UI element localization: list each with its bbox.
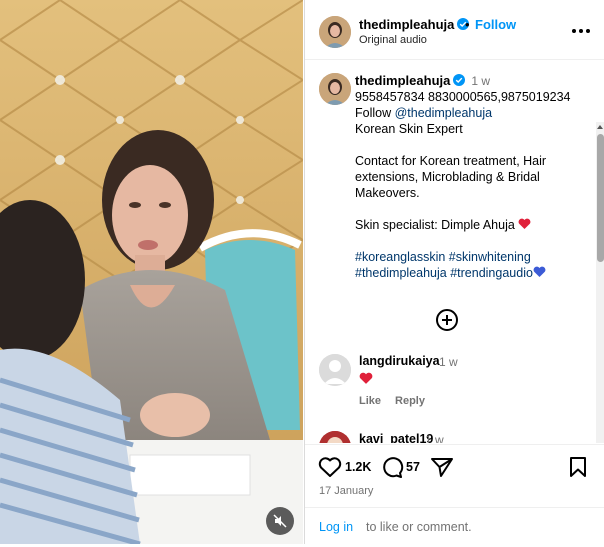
comments-list[interactable]: thedimpleahuja 1 w 9558457834 8830000565,… [305, 61, 604, 443]
post-caption: thedimpleahuja 1 w 9558457834 8830000565,… [355, 73, 587, 281]
load-more-comments-icon[interactable] [436, 309, 458, 331]
caption-phones: 9558457834 8830000565,9875019234 [355, 90, 571, 104]
caption-follow-line: Follow @thedimpleahuja [355, 106, 493, 120]
like-count[interactable]: 1.2K [345, 460, 371, 474]
follow-button[interactable]: Follow [475, 17, 516, 32]
comment-avatar[interactable] [319, 354, 351, 386]
comment-time: 1 w [425, 433, 444, 443]
like-button[interactable] [318, 456, 342, 481]
verified-badge-icon [453, 74, 466, 86]
caption-author-avatar[interactable] [319, 73, 351, 105]
video-player[interactable] [0, 0, 303, 544]
comment-like-button[interactable]: Like [359, 395, 381, 407]
post-side-panel: thedimpleahuja • Follow Original audio t… [304, 0, 604, 544]
caption-time: 1 w [471, 74, 491, 88]
comment-username[interactable]: kavi_patel19 [359, 432, 433, 443]
hashtags-line-1[interactable]: #koreanglasskin #skinwhitening [355, 249, 587, 265]
save-button[interactable] [568, 456, 588, 481]
scroll-thumb[interactable] [597, 134, 604, 262]
more-options-icon[interactable] [571, 21, 591, 41]
comment-reply-button[interactable]: Reply [395, 395, 425, 407]
caption-title: Korean Skin Expert [355, 122, 463, 136]
post-header: thedimpleahuja • Follow Original audio [305, 0, 604, 60]
post-actions: 1.2K 57 17 January [305, 444, 604, 506]
login-prompt-text: to like or comment. [366, 520, 472, 534]
comment-icon [383, 457, 404, 478]
mention-link[interactable]: @thedimpleahuja [395, 106, 492, 120]
comment-heart-emoji-icon [359, 372, 373, 388]
comments-scrollbar[interactable] [596, 122, 604, 443]
scroll-up-arrow-icon[interactable] [597, 125, 603, 129]
login-link[interactable]: Log in [319, 520, 353, 534]
caption-contact: Contact for Korean treatment, Hair exten… [355, 154, 547, 200]
login-prompt: Log in to like or comment. [305, 507, 604, 544]
bookmark-icon [570, 457, 586, 477]
post-dialog: thedimpleahuja • Follow Original audio t… [0, 0, 604, 547]
comment-actions: Like Reply [359, 395, 439, 407]
comment-avatar[interactable] [319, 431, 351, 443]
author-username[interactable]: thedimpleahuja [359, 17, 470, 32]
caption-username[interactable]: thedimpleahuja [355, 73, 450, 88]
comment-username[interactable]: langdirukaiya [359, 354, 440, 368]
original-audio-link[interactable]: Original audio [359, 34, 427, 46]
mute-button[interactable] [266, 507, 294, 535]
hashtags-line-2[interactable]: #thedimpleahuja #trendingaudio [355, 265, 587, 281]
share-button[interactable] [430, 456, 454, 481]
separator-dot: • [465, 17, 470, 32]
post-date: 17 January [319, 485, 374, 497]
red-heart-emoji-icon [518, 218, 531, 229]
caption-specialist: Skin specialist: Dimple Ahuja [355, 217, 587, 233]
author-avatar[interactable] [319, 16, 351, 48]
comment-count[interactable]: 57 [406, 460, 420, 474]
comment-button[interactable] [380, 456, 404, 481]
heart-icon [318, 457, 342, 477]
speaker-muted-icon [273, 514, 287, 528]
blue-heart-emoji-icon [533, 266, 546, 277]
comment-time: 1 w [439, 355, 458, 369]
send-icon [431, 458, 453, 477]
video-frame-image [0, 0, 303, 544]
